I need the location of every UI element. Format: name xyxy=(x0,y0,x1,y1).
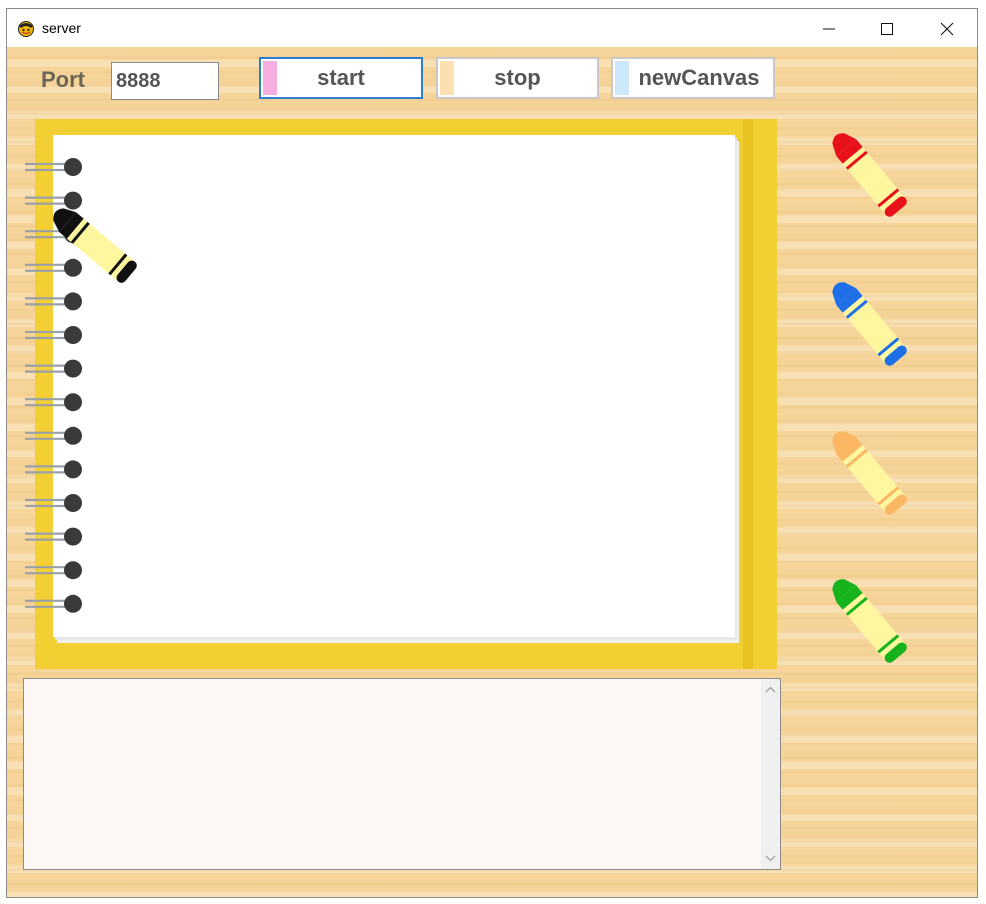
spiral-ring xyxy=(25,594,82,613)
spiral-ring xyxy=(25,527,82,546)
start-swatch xyxy=(263,61,277,95)
spiral-ring xyxy=(25,494,82,512)
log-scrollbar[interactable] xyxy=(761,679,780,869)
spiral-ring xyxy=(25,561,82,580)
log-textarea[interactable] xyxy=(23,678,781,870)
start-button-label: start xyxy=(317,65,365,90)
new-canvas-button[interactable]: newCanvas xyxy=(611,57,775,99)
black-crayon[interactable] xyxy=(41,191,151,301)
maximize-icon xyxy=(881,23,893,35)
spiral-ring xyxy=(25,426,82,445)
blue-crayon[interactable] xyxy=(815,270,925,380)
port-input[interactable] xyxy=(111,62,219,100)
client-area: Port start stop newCanvas xyxy=(7,47,977,897)
newcanvas-swatch xyxy=(615,61,629,95)
red-crayon[interactable] xyxy=(815,121,925,231)
port-label: Port xyxy=(41,67,85,92)
drawing-canvas[interactable] xyxy=(53,135,735,637)
server-window: server Port start stop newCanvas xyxy=(6,8,978,898)
stop-swatch xyxy=(440,61,454,95)
spiral-ring xyxy=(25,158,82,176)
notebook-edge xyxy=(743,119,753,669)
green-crayon[interactable] xyxy=(815,567,925,677)
spiral-ring xyxy=(25,359,82,378)
close-button[interactable] xyxy=(919,9,977,47)
maximize-button[interactable] xyxy=(859,9,917,47)
minimize-icon xyxy=(823,28,835,30)
minimize-button[interactable] xyxy=(801,9,859,47)
orange-crayon[interactable] xyxy=(815,419,925,529)
stop-button-label: stop xyxy=(494,65,541,90)
spiral-ring xyxy=(25,393,82,412)
title-bar: server xyxy=(7,9,977,47)
spiral-ring xyxy=(25,460,82,479)
scroll-down-icon[interactable] xyxy=(761,851,780,865)
new-canvas-button-label: newCanvas xyxy=(638,65,760,90)
window-title: server xyxy=(42,20,81,36)
scroll-up-icon[interactable] xyxy=(761,683,780,697)
spiral-ring xyxy=(25,326,82,344)
app-icon xyxy=(18,21,34,37)
start-button[interactable]: start xyxy=(259,57,423,99)
close-icon xyxy=(940,22,954,36)
stop-button[interactable]: stop xyxy=(436,57,599,99)
